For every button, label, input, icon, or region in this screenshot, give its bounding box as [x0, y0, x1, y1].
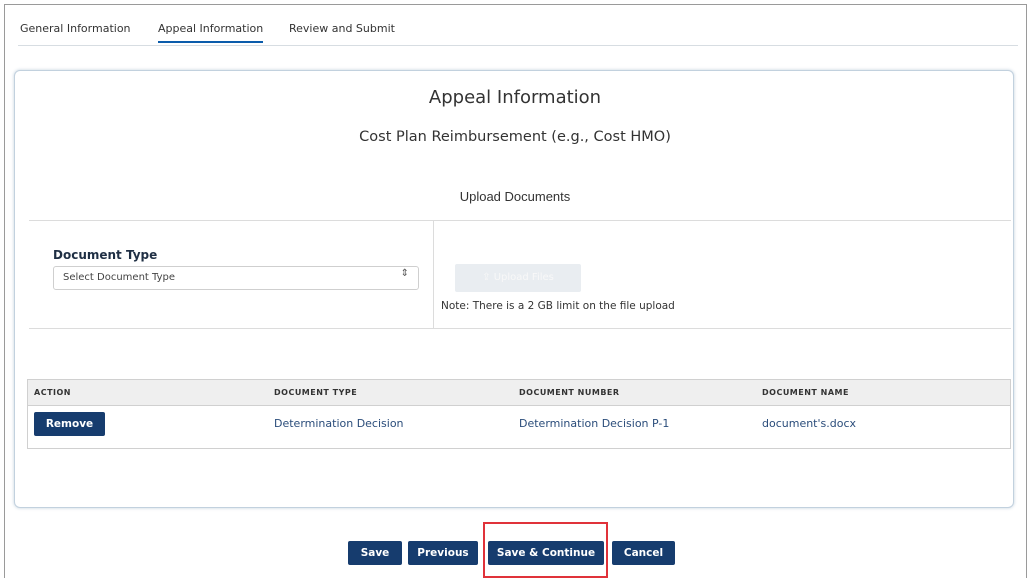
document-name-cell: document's.docx — [762, 417, 857, 430]
table-header: ACTION DOCUMENT TYPE DOCUMENT NUMBER DOC… — [28, 380, 1010, 406]
page-subtitle: Cost Plan Reimbursement (e.g., Cost HMO) — [359, 129, 671, 145]
upload-documents-heading: Upload Documents — [459, 189, 571, 204]
upload-limit-note: Note: There is a 2 GB limit on the file … — [441, 300, 675, 312]
column-header-action: ACTION — [34, 388, 71, 397]
document-type-select[interactable]: Select Document Type ⇕ — [53, 266, 419, 290]
page-title: Appeal Information — [428, 87, 602, 108]
save-button[interactable]: Save — [348, 541, 402, 565]
column-header-document-name: DOCUMENT NAME — [762, 388, 849, 397]
highlight-box — [483, 522, 608, 578]
tab-general-information[interactable]: General Information — [20, 22, 131, 35]
column-header-document-number: DOCUMENT NUMBER — [519, 388, 620, 397]
cancel-button[interactable]: Cancel — [612, 541, 675, 565]
tab-bar: General Information Appeal Information R… — [18, 18, 1018, 46]
document-number-cell: Determination Decision P-1 — [519, 417, 670, 430]
document-type-label: Document Type — [53, 248, 158, 262]
tab-appeal-information[interactable]: Appeal Information — [158, 22, 264, 43]
divider — [29, 328, 1011, 329]
document-type-cell: Determination Decision — [274, 417, 404, 430]
documents-table: ACTION DOCUMENT TYPE DOCUMENT NUMBER DOC… — [27, 379, 1011, 449]
divider — [29, 220, 1011, 221]
column-header-document-type: DOCUMENT TYPE — [274, 388, 358, 397]
document-type-placeholder: Select Document Type — [63, 272, 175, 283]
remove-button[interactable]: Remove — [34, 412, 105, 436]
vertical-divider — [433, 221, 434, 328]
appeal-information-card: Appeal Information Cost Plan Reimburseme… — [14, 70, 1014, 508]
tab-review-and-submit[interactable]: Review and Submit — [289, 22, 395, 35]
upload-files-button[interactable]: ⇪ Upload Files — [455, 264, 581, 292]
select-caret-icon: ⇕ — [400, 268, 409, 279]
previous-button[interactable]: Previous — [408, 541, 478, 565]
